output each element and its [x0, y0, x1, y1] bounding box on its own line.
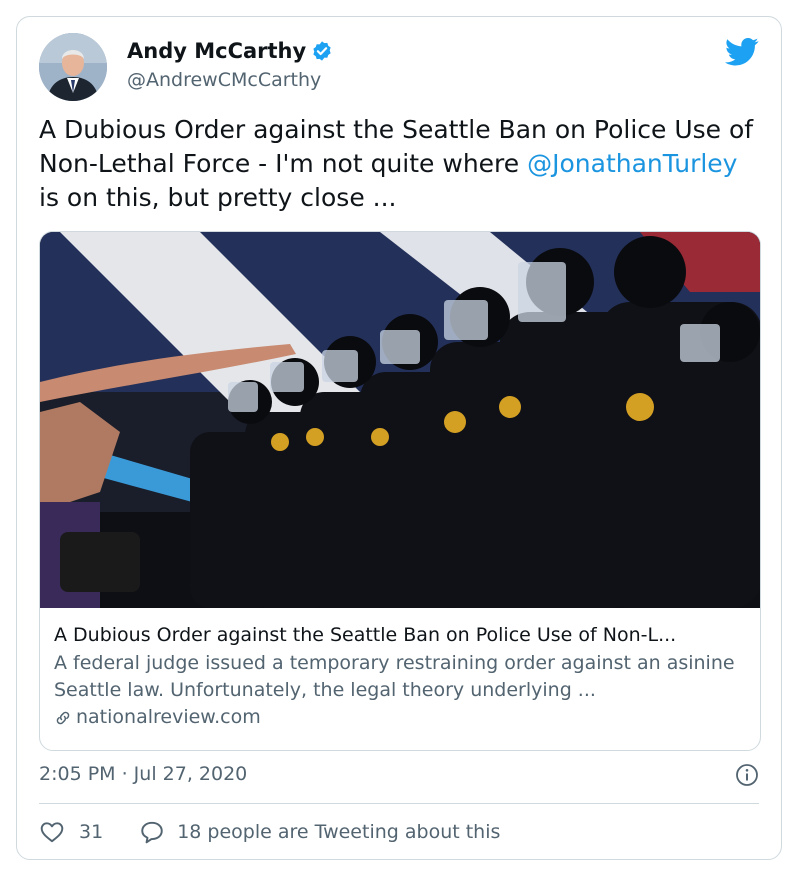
divider	[39, 803, 759, 804]
mention-link[interactable]: @JonathanTurley	[527, 149, 737, 178]
link-description: A federal judge issued a temporary restr…	[54, 652, 735, 701]
speech-bubble-icon	[141, 821, 163, 844]
tweet-timestamp[interactable]: 2:05 PM · Jul 27, 2020	[39, 763, 247, 785]
tweet-text: A Dubious Order against the Seattle Ban …	[39, 113, 759, 215]
heart-icon	[40, 822, 64, 843]
conversation-button[interactable]: 18 people are Tweeting about this	[139, 819, 500, 845]
conversation-label: 18 people are Tweeting about this	[177, 821, 501, 843]
like-count: 31	[79, 821, 104, 843]
tweet-text-after: is on this, but pretty close ...	[39, 183, 397, 212]
verified-badge-icon	[313, 41, 331, 61]
link-preview-image	[40, 232, 760, 608]
link-preview-meta: A Dubious Order against the Seattle Ban …	[54, 622, 748, 731]
link-preview-card[interactable]: A Dubious Order against the Seattle Ban …	[39, 231, 761, 751]
link-domain-row: nationalreview.com	[54, 704, 748, 731]
tweet-embed-card: Andy McCarthy @AndrewCMcCarthy A Dubious…	[16, 16, 782, 860]
avatar-photo	[39, 33, 107, 101]
author-name-row[interactable]: Andy McCarthy	[127, 39, 333, 63]
author-name[interactable]: Andy McCarthy	[127, 39, 306, 63]
avatar[interactable]	[39, 33, 107, 101]
author-handle[interactable]: @AndrewCMcCarthy	[127, 69, 321, 91]
twitter-bird-icon[interactable]	[725, 37, 759, 67]
tweet-actions: 31 18 people are Tweeting about this	[39, 819, 500, 845]
link-icon	[56, 711, 70, 724]
info-icon[interactable]	[735, 763, 759, 787]
like-button[interactable]: 31	[39, 819, 103, 845]
link-title: A Dubious Order against the Seattle Ban …	[54, 624, 677, 646]
link-domain: nationalreview.com	[76, 706, 261, 728]
